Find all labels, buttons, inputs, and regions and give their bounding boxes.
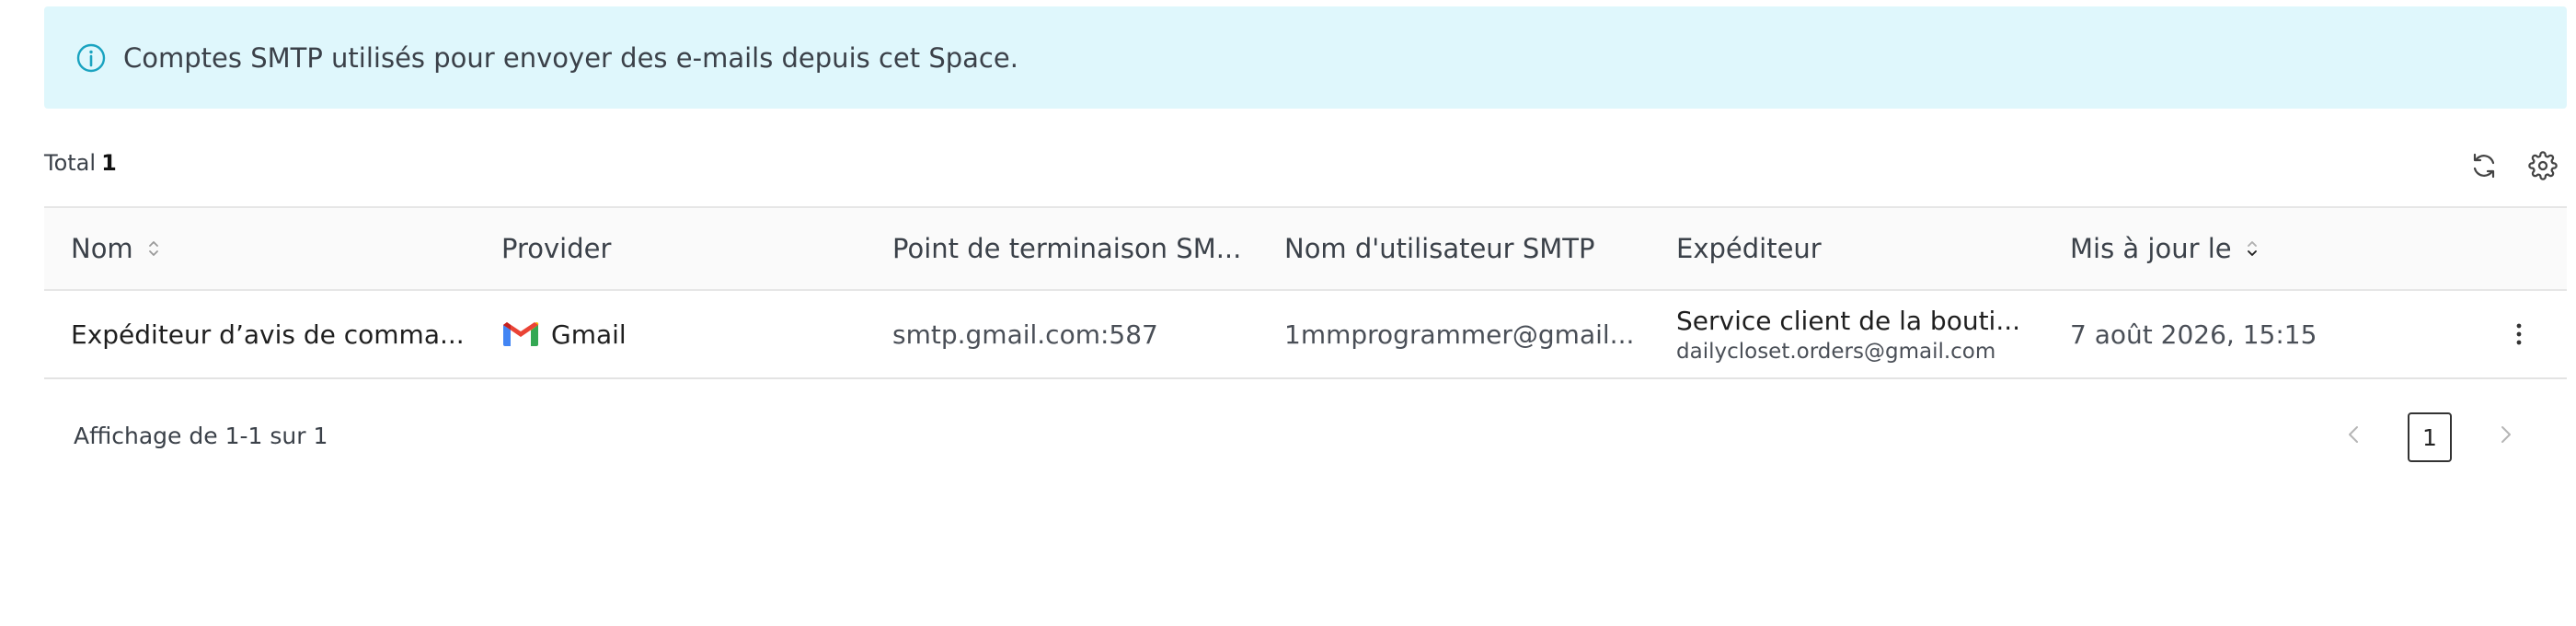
banner-text: Comptes SMTP utilisés pour envoyer des e… <box>123 41 1018 74</box>
column-header-updated[interactable]: Mis à jour le <box>2070 208 2438 289</box>
table-row[interactable]: Expéditeur d’avis de comma... Gmail smtp… <box>44 291 2567 379</box>
column-header-endpoint: Point de terminaison SM... <box>892 233 1242 264</box>
column-header-provider: Provider <box>501 233 612 264</box>
table-header-row: Nom Provider Point de terminaison SM... … <box>44 206 2567 291</box>
column-header-username: Nom d'utilisateur SMTP <box>1284 233 1595 264</box>
sort-descending-icon[interactable] <box>2245 238 2260 260</box>
row-actions-button[interactable] <box>2491 291 2547 377</box>
chevron-left-icon <box>2349 426 2358 443</box>
row-sender: Service client de la bouti... dailyclose… <box>1676 291 2063 377</box>
row-name[interactable]: Expéditeur d’avis de comma... <box>71 291 485 377</box>
sort-unsorted-icon[interactable] <box>146 238 161 260</box>
refresh-button[interactable] <box>2466 147 2502 184</box>
sender-email: dailycloset.orders@gmail.com <box>1676 339 1996 364</box>
column-header-label: Nom <box>71 233 133 264</box>
total-value: 1 <box>101 150 117 176</box>
previous-page-button[interactable] <box>2335 416 2372 453</box>
refresh-icon <box>2473 153 2495 179</box>
column-header-label: Mis à jour le <box>2070 233 2232 264</box>
column-header-name[interactable]: Nom <box>71 208 485 289</box>
gmail-icon <box>501 319 540 349</box>
row-provider: Gmail <box>501 291 869 377</box>
chevron-right-icon <box>2501 426 2511 443</box>
row-username: 1mmprogrammer@gmail... <box>1284 319 1635 350</box>
gear-icon <box>2528 151 2558 180</box>
column-header-sender: Expéditeur <box>1676 233 1822 264</box>
info-banner: Comptes SMTP utilisés pour envoyer des e… <box>44 6 2567 109</box>
total-count: Total 1 <box>44 150 117 176</box>
page-1-button[interactable]: 1 <box>2408 412 2452 462</box>
pagination-summary: Affichage de 1-1 sur 1 <box>74 423 328 449</box>
sender-name: Service client de la bouti... <box>1676 305 2021 336</box>
next-page-button[interactable] <box>2488 416 2524 453</box>
total-label: Total <box>44 150 97 176</box>
settings-button[interactable] <box>2524 147 2561 184</box>
row-updated: 7 août 2026, 15:15 <box>2070 319 2317 350</box>
smtp-accounts-table: Nom Provider Point de terminaison SM... … <box>44 206 2567 379</box>
info-icon <box>75 42 107 74</box>
more-vertical-icon <box>2516 323 2522 345</box>
row-endpoint: smtp.gmail.com:587 <box>892 319 1158 350</box>
